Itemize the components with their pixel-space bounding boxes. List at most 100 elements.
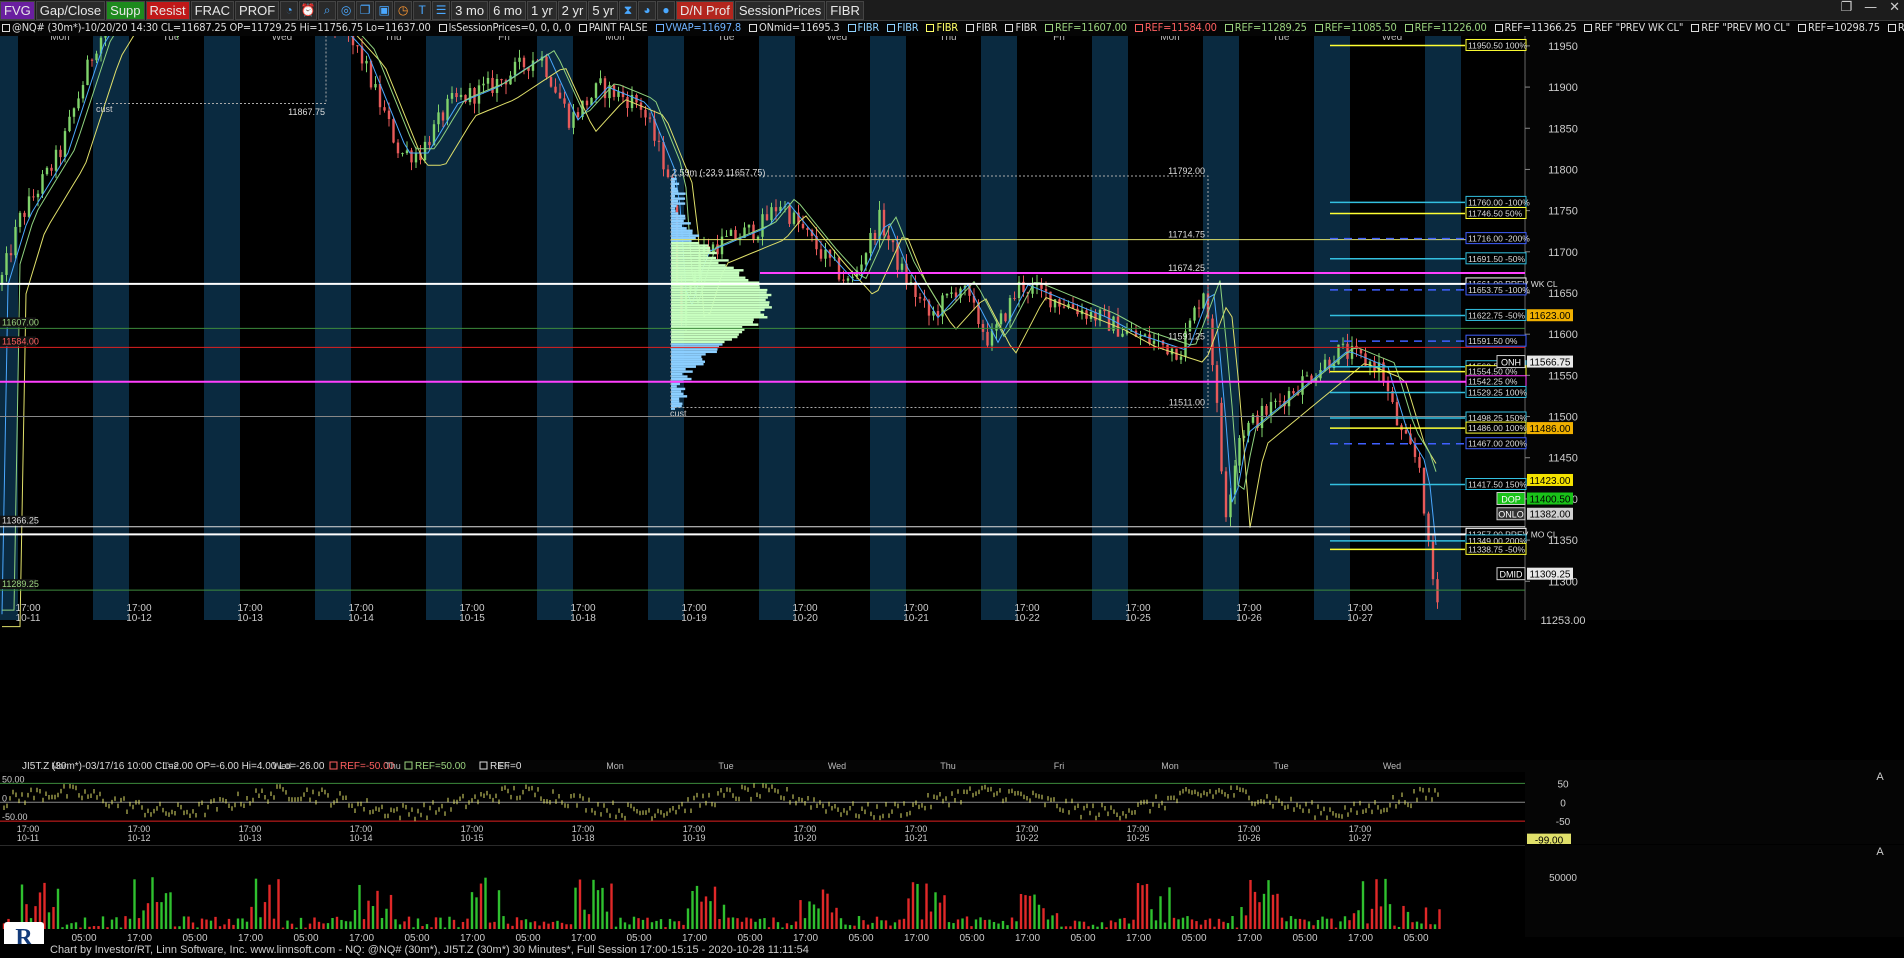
day-label: Fri bbox=[1053, 36, 1065, 43]
header-item[interactable]: REF=11366.25 bbox=[1494, 21, 1581, 34]
time-axis-label: 17:00 bbox=[460, 933, 485, 944]
header-item[interactable]: REF=11584.00 bbox=[1134, 21, 1221, 34]
volume-bar bbox=[1276, 893, 1279, 929]
profile-bar bbox=[671, 338, 732, 341]
candle-body bbox=[1121, 333, 1124, 337]
header-item-label: ONmid=11695.3 bbox=[759, 21, 840, 34]
header-item[interactable]: REF "PREV MO CL" bbox=[1691, 21, 1794, 34]
toolbar-btn-supp[interactable]: Supp bbox=[106, 0, 145, 20]
volume-bar bbox=[961, 918, 964, 929]
volume-panel[interactable]: 50000 A bbox=[0, 845, 1904, 937]
toolbar-btn-frac[interactable]: FRAC bbox=[190, 0, 235, 20]
candle-body bbox=[986, 331, 989, 346]
session-date-label: 10-14 bbox=[348, 613, 374, 624]
profile-bar bbox=[671, 194, 675, 198]
toolbar-btn-sessionprices[interactable]: SessionPrices bbox=[734, 0, 826, 20]
volume-bar bbox=[1262, 893, 1266, 929]
volume-bar bbox=[317, 921, 321, 929]
profile-bar bbox=[671, 199, 679, 203]
candle-body bbox=[945, 293, 949, 296]
copy-icon[interactable]: ❐ bbox=[356, 0, 375, 20]
volume-bar bbox=[722, 904, 726, 929]
header-item[interactable]: FIBR bbox=[1005, 21, 1040, 34]
volume-bar bbox=[704, 896, 708, 929]
clock-icon[interactable]: ◔ bbox=[280, 0, 299, 20]
header-item[interactable]: FIBR bbox=[926, 21, 961, 34]
header-item[interactable]: FIBR bbox=[847, 21, 883, 34]
header-item[interactable]: lsSessionPrices=0, 0, 0, 0 bbox=[438, 21, 575, 34]
header-item[interactable]: REF=11085.50 bbox=[1314, 21, 1401, 34]
candle-body bbox=[414, 152, 418, 163]
price-tag-label: 11623.00 bbox=[1530, 311, 1571, 322]
hourglass-icon[interactable]: ◕ bbox=[638, 0, 656, 20]
toolbar-btn-6-mo[interactable]: 6 mo bbox=[489, 0, 526, 20]
header-item[interactable]: REF=11226.00 bbox=[1404, 21, 1491, 34]
target-icon[interactable]: ◎ bbox=[337, 0, 356, 20]
header-item[interactable]: @NQ# (30m*)-10/20/20 14:30 CL=11687.25 O… bbox=[2, 21, 435, 34]
header-item[interactable]: REF "PREV WK CL" bbox=[1584, 21, 1687, 34]
volume-bar bbox=[884, 920, 888, 929]
toolbar-btn-5-yr[interactable]: 5 yr bbox=[588, 0, 618, 20]
time-axis-label: 05:00 bbox=[1403, 933, 1428, 944]
zoom-icon[interactable]: ⌕ bbox=[318, 0, 337, 20]
toolbar-btn-1-yr[interactable]: 1 yr bbox=[526, 0, 557, 20]
header-item-label: REF= bbox=[1897, 21, 1904, 34]
price-tag-label: 11566.75 bbox=[1530, 358, 1571, 369]
minimize-icon[interactable]: — bbox=[1864, 0, 1877, 15]
header-item[interactable]: REF=11607.00 bbox=[1044, 21, 1131, 34]
restore-icon[interactable]: ❐ bbox=[1840, 0, 1852, 15]
header-item[interactable]: REF=11289.25 bbox=[1224, 21, 1311, 34]
alarm-icon[interactable]: ⏰ bbox=[299, 0, 318, 20]
toolbar-btn-gap-close[interactable]: Gap/Close bbox=[35, 0, 106, 20]
profile-bar bbox=[671, 397, 680, 401]
toolbar-btn-fibr[interactable]: FIBR bbox=[826, 0, 864, 20]
header-item[interactable]: ONmid=11695.3 bbox=[749, 21, 843, 34]
title-icon[interactable]: T bbox=[413, 0, 432, 20]
layers-icon[interactable]: ☰ bbox=[432, 0, 451, 20]
profile-bar bbox=[671, 313, 765, 316]
volume-bar bbox=[340, 919, 343, 929]
profile-label: 11511.00 bbox=[1169, 397, 1205, 407]
indicator-day-label: Wed bbox=[828, 761, 846, 771]
candle-body bbox=[1418, 456, 1421, 468]
toolbar-btn-2-yr[interactable]: 2 yr bbox=[557, 0, 588, 20]
volume-bar bbox=[223, 924, 226, 929]
price-tick-label: 11550 bbox=[1548, 370, 1578, 382]
history-icon[interactable]: ● bbox=[657, 0, 675, 20]
print-icon[interactable]: ⧗ bbox=[619, 0, 637, 20]
indicator-tag-label: -99.00 bbox=[1535, 836, 1564, 844]
header-item[interactable]: FIBR bbox=[887, 21, 922, 34]
volume-bar bbox=[1411, 922, 1414, 929]
toolbar-btn-3-mo[interactable]: 3 mo bbox=[451, 0, 489, 20]
volume-bar bbox=[65, 924, 69, 929]
header-item-label: @NQ# (30m*)-10/20/20 14:30 CL=11687.25 O… bbox=[12, 21, 431, 34]
session-date-label: 10-27 bbox=[1347, 613, 1373, 624]
header-item[interactable]: FIBR bbox=[965, 21, 1001, 34]
profile-bar bbox=[671, 227, 687, 230]
volume-bar bbox=[920, 919, 924, 929]
candle-body bbox=[1193, 307, 1196, 321]
profile-bar bbox=[671, 390, 682, 393]
price-chart[interactable]: 11950 11900 11850 11800 11750 11700 11650 11600… bbox=[0, 36, 1904, 758]
header-item[interactable]: VWAP=11697.8 bbox=[655, 21, 746, 34]
volume-bar bbox=[1015, 921, 1018, 929]
close-icon[interactable]: ✕ bbox=[1889, 0, 1900, 15]
session-date-label: 10-21 bbox=[903, 613, 929, 624]
header-item[interactable]: PAINT FALSE bbox=[578, 21, 652, 34]
save-icon[interactable]: ▣ bbox=[375, 0, 394, 20]
volume-bar bbox=[385, 908, 388, 929]
candle-body bbox=[410, 150, 413, 163]
toolbar-btn-prof[interactable]: PROF bbox=[235, 0, 280, 20]
side-tag-label: ONH bbox=[1501, 358, 1521, 368]
panel-letter: A bbox=[1876, 771, 1884, 783]
header-item[interactable]: REF=10298.75 bbox=[1797, 21, 1884, 34]
timer-icon[interactable]: ◷ bbox=[394, 0, 413, 20]
toolbar-btn-fvg[interactable]: FVG bbox=[0, 0, 35, 20]
header-item[interactable]: REF= bbox=[1887, 21, 1904, 34]
indicator-panel[interactable]: JI5T.Z (30m*)-03/17/16 10:00 CL=2.00 OP=… bbox=[0, 760, 1904, 844]
volume-bar bbox=[142, 910, 145, 929]
volume-bar bbox=[1190, 919, 1194, 929]
header-item-label: FIBR bbox=[857, 21, 880, 34]
toolbar-btn-d-n-prof[interactable]: D/N Prof bbox=[676, 0, 734, 20]
toolbar-btn-resist[interactable]: Resist bbox=[145, 0, 190, 20]
